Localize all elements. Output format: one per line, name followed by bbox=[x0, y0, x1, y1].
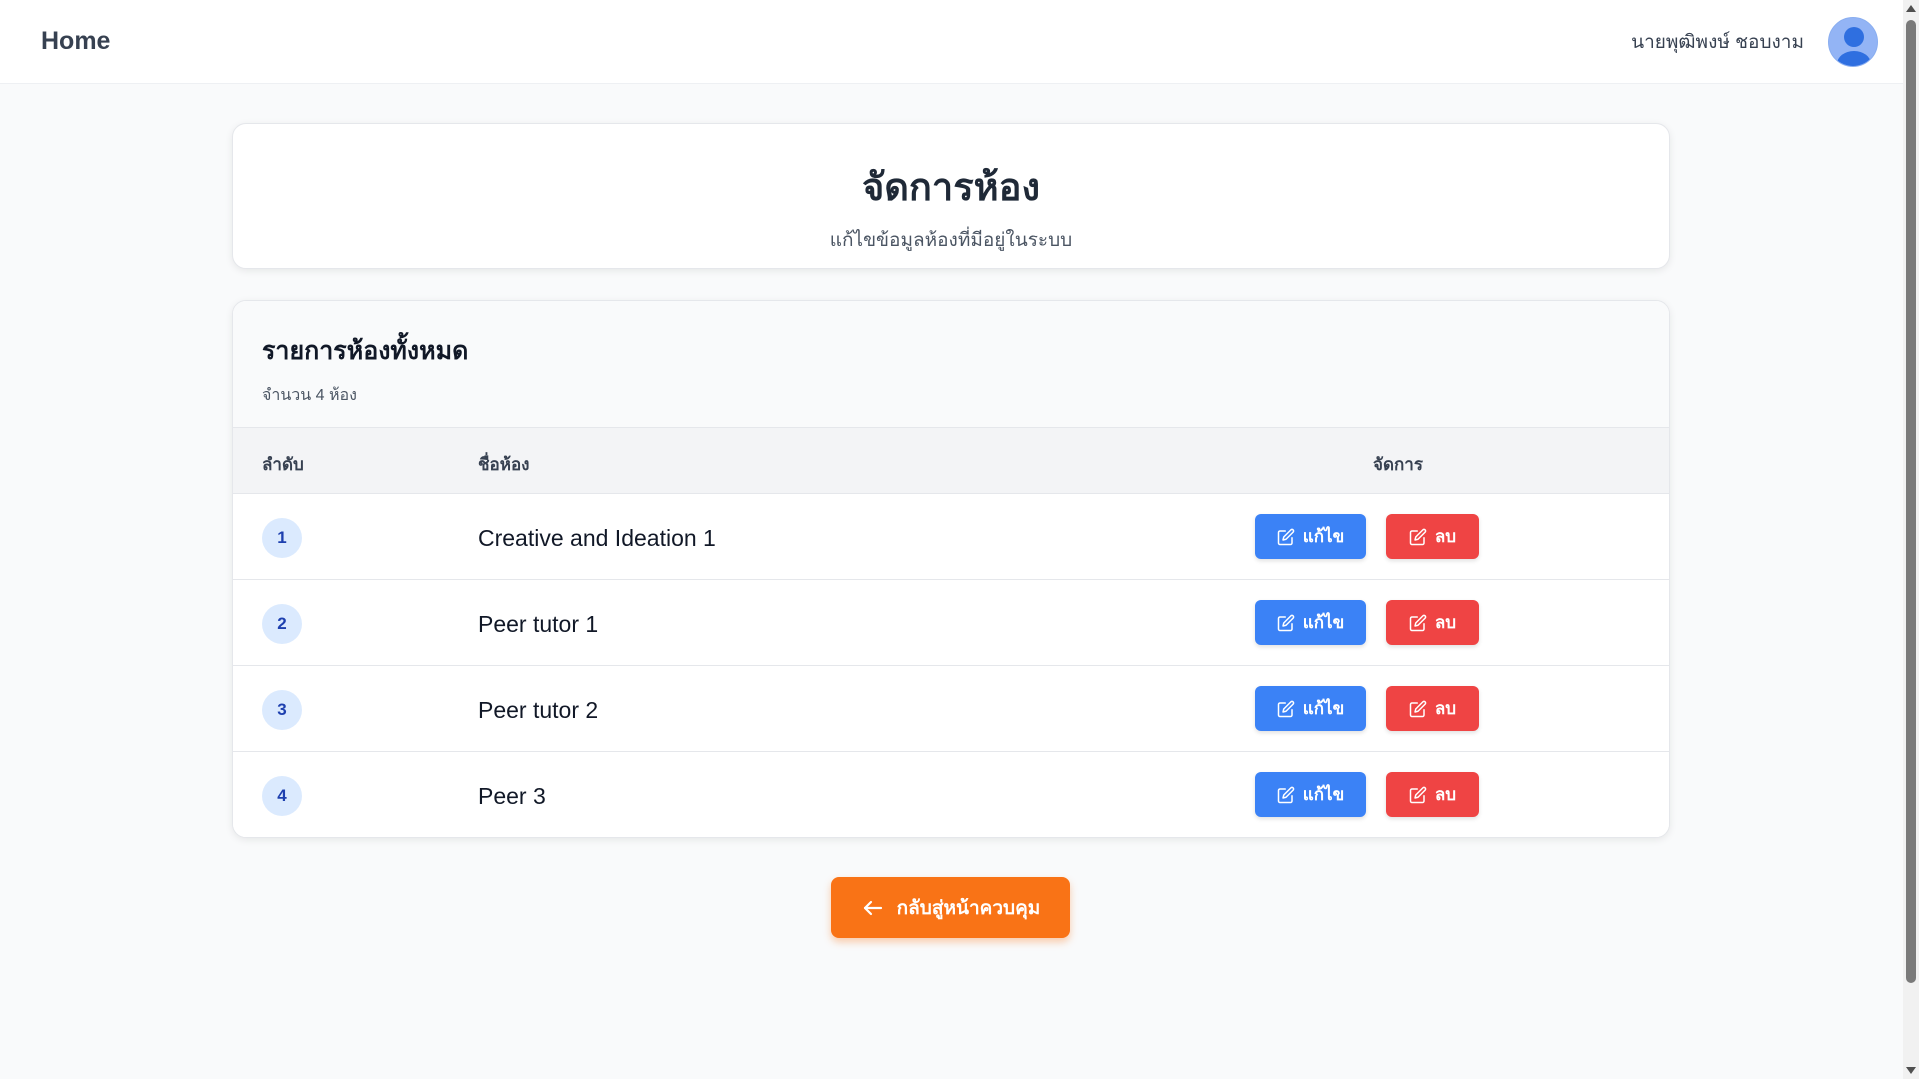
pencil-square-icon bbox=[1277, 614, 1295, 631]
home-link[interactable]: Home bbox=[41, 27, 110, 56]
user-avatar-icon[interactable] bbox=[1828, 16, 1878, 67]
room-count: จำนวน 4 ห้อง bbox=[262, 387, 357, 404]
scrollbar-thumb[interactable] bbox=[1906, 20, 1916, 983]
edit-button-label: แก้ไข bbox=[1302, 527, 1345, 546]
table-row: 4 Peer 3 แก้ไข ลบ bbox=[233, 752, 1669, 837]
room-name: Peer tutor 2 bbox=[478, 697, 599, 723]
delete-button[interactable]: ลบ bbox=[1386, 686, 1479, 731]
edit-button-label: แก้ไข bbox=[1302, 785, 1345, 804]
pencil-square-icon bbox=[1409, 786, 1427, 803]
arrow-left-icon bbox=[863, 900, 882, 915]
pencil-square-icon bbox=[1277, 786, 1295, 803]
room-list-card: รายการห้องทั้งหมด จำนวน 4 ห้อง ลำดับ ชื่… bbox=[232, 300, 1670, 838]
top-navbar: Home นายพุฒิพงษ์ ชอบงาม bbox=[0, 0, 1903, 84]
back-to-dashboard-button[interactable]: กลับสู่หน้าควบคุม bbox=[831, 877, 1070, 938]
row-number-badge: 3 bbox=[262, 690, 302, 730]
room-name: Peer tutor 1 bbox=[478, 611, 599, 637]
table-row: 3 Peer tutor 2 แก้ไข ลบ bbox=[233, 666, 1669, 752]
scroll-up-arrow-icon[interactable] bbox=[1906, 5, 1916, 12]
edit-button[interactable]: แก้ไข bbox=[1255, 772, 1366, 817]
table-row: 1 Creative and Ideation 1 แก้ไข ลบ bbox=[233, 494, 1669, 580]
edit-button[interactable]: แก้ไข bbox=[1255, 600, 1366, 645]
row-number-badge: 1 bbox=[262, 518, 302, 558]
pencil-square-icon bbox=[1277, 528, 1295, 545]
room-list-title: รายการห้องทั้งหมด bbox=[262, 337, 469, 365]
room-list-header: รายการห้องทั้งหมด จำนวน 4 ห้อง bbox=[233, 301, 1669, 428]
column-header-manage: จัดการ bbox=[1373, 455, 1423, 474]
delete-button[interactable]: ลบ bbox=[1386, 600, 1479, 645]
table-row: 2 Peer tutor 1 แก้ไข ลบ bbox=[233, 580, 1669, 666]
column-header-name: ชื่อห้อง bbox=[478, 455, 530, 474]
room-name: Peer 3 bbox=[478, 783, 546, 809]
pencil-square-icon bbox=[1409, 528, 1427, 545]
pencil-square-icon bbox=[1277, 700, 1295, 717]
delete-button[interactable]: ลบ bbox=[1386, 514, 1479, 559]
edit-button-label: แก้ไข bbox=[1302, 699, 1345, 718]
edit-button[interactable]: แก้ไข bbox=[1255, 686, 1366, 731]
pencil-square-icon bbox=[1409, 614, 1427, 631]
page-subtitle: แก้ไขข้อมูลห้องที่มีอยู่ในระบบ bbox=[829, 230, 1073, 251]
page-title: จัดการห้อง bbox=[861, 167, 1041, 209]
edit-button[interactable]: แก้ไข bbox=[1255, 514, 1366, 559]
delete-button-label: ลบ bbox=[1434, 699, 1457, 718]
user-name: นายพุฒิพงษ์ ชอบงาม bbox=[1631, 31, 1804, 53]
page-header-card: จัดการห้อง แก้ไขข้อมูลห้องที่มีอยู่ในระบ… bbox=[232, 123, 1670, 269]
scroll-down-arrow-icon[interactable] bbox=[1906, 1067, 1916, 1074]
edit-button-label: แก้ไข bbox=[1302, 613, 1345, 632]
row-number-badge: 4 bbox=[262, 776, 302, 816]
room-name: Creative and Ideation 1 bbox=[478, 525, 716, 551]
column-header-no: ลำดับ bbox=[262, 455, 304, 474]
delete-button-label: ลบ bbox=[1434, 613, 1457, 632]
row-number-badge: 2 bbox=[262, 604, 302, 644]
delete-button-label: ลบ bbox=[1434, 785, 1457, 804]
delete-button-label: ลบ bbox=[1434, 527, 1457, 546]
table-header: ลำดับ ชื่อห้อง จัดการ bbox=[233, 428, 1669, 494]
back-button-label: กลับสู่หน้าควบคุม bbox=[896, 897, 1041, 919]
delete-button[interactable]: ลบ bbox=[1386, 772, 1479, 817]
user-menu: นายพุฒิพงษ์ ชอบงาม bbox=[1631, 16, 1878, 67]
page-scrollbar[interactable] bbox=[1903, 0, 1919, 1079]
pencil-square-icon bbox=[1409, 700, 1427, 717]
